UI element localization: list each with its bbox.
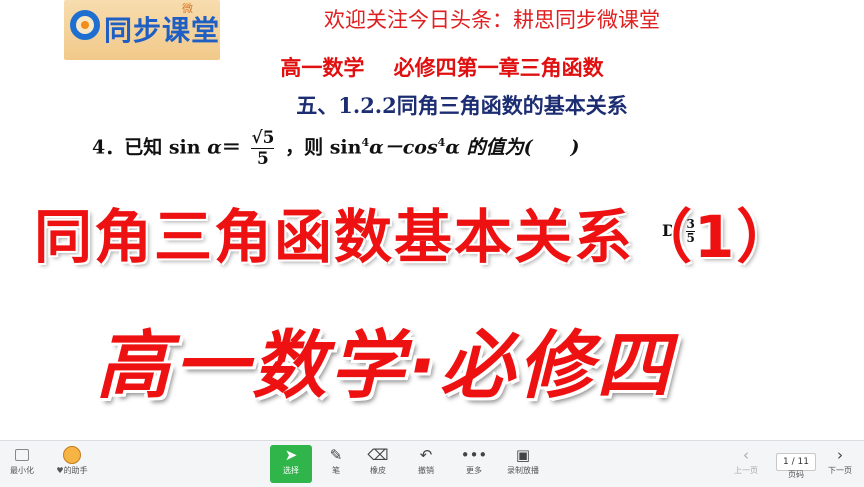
- question-mid: ，则 sin: [285, 136, 362, 159]
- prev-page-button[interactable]: ‹ 上一页: [726, 445, 766, 483]
- question-eq: ＝: [221, 136, 241, 159]
- overlay-subtitle: 高一数学·必修四: [96, 323, 675, 409]
- fraction-numerator: √5: [251, 128, 275, 149]
- pen-label: 笔: [332, 466, 340, 475]
- question-end: α 的值为( ): [445, 136, 580, 159]
- overlay-title: 同角三角函数基本关系（1）: [34, 203, 797, 271]
- eraser-tool-button[interactable]: ⌫ 橡皮: [358, 445, 398, 483]
- helper-label: ♥的助手: [56, 466, 88, 475]
- select-tool-button[interactable]: ➤ 选择: [270, 445, 312, 483]
- record-label: 录制放播: [507, 466, 539, 475]
- slide-canvas: 同步课堂 微 欢迎关注今日头条：耕思同步微课堂 高一数学 必修四第一章三角函数 …: [0, 0, 864, 440]
- more-label: 更多: [466, 466, 482, 475]
- page-label-wrap: 页码: [776, 469, 816, 483]
- prev-page-label: 上一页: [734, 466, 758, 475]
- minimize-label: 最小化: [10, 466, 34, 475]
- welcome-text: 欢迎关注今日头条：耕思同步微课堂: [324, 8, 660, 32]
- chevron-left-icon: ‹: [743, 446, 749, 464]
- course-title: 高一数学 必修四第一章三角函数: [280, 55, 604, 80]
- chevron-right-icon: ›: [837, 446, 843, 464]
- eraser-label: 橡皮: [370, 466, 386, 475]
- page-label: 页码: [788, 470, 804, 479]
- undo-label: 撤销: [418, 466, 434, 475]
- record-button[interactable]: ▣ 录制放播: [500, 445, 546, 483]
- power-4a: 4: [361, 136, 370, 150]
- helper-avatar-icon: [50, 445, 94, 465]
- minimize-icon: [2, 445, 42, 465]
- question-minus: α－cos: [369, 136, 438, 159]
- section-title: 五、1.2.2同角三角函数的基本关系: [296, 93, 628, 118]
- more-button[interactable]: ••• 更多: [454, 445, 494, 483]
- bottom-toolbar: 最小化 ♥的助手 ➤ 选择 ✎ 笔 ⌫ 橡皮 ↶ 撤销 ••• 更多 ▣ 录制放…: [0, 440, 864, 487]
- undo-button[interactable]: ↶ 撤销: [406, 445, 446, 483]
- next-page-label: 下一页: [828, 466, 852, 475]
- eraser-icon: ⌫: [367, 446, 389, 464]
- undo-icon: ↶: [419, 446, 433, 464]
- minimize-button[interactable]: 最小化: [2, 445, 42, 483]
- sqrt5-over-5-fraction: √5 5: [251, 128, 275, 169]
- question-prefix: 4．已知 sin: [92, 136, 201, 159]
- question-text: 4．已知 sin α＝ √5 5 ，则 sin4α－cos4α 的值为( ): [92, 128, 580, 169]
- more-dots-icon: •••: [460, 446, 488, 464]
- pen-tool-button[interactable]: ✎ 笔: [316, 445, 356, 483]
- fraction-denominator: 5: [257, 149, 269, 169]
- select-label: 选择: [283, 466, 299, 475]
- pen-icon: ✎: [329, 446, 343, 464]
- question-alpha: α: [207, 136, 222, 159]
- helper-button[interactable]: ♥的助手: [50, 445, 94, 483]
- cursor-arrow-icon: ➤: [284, 446, 298, 464]
- record-icon: ▣: [515, 446, 531, 464]
- next-page-button[interactable]: › 下一页: [820, 445, 860, 483]
